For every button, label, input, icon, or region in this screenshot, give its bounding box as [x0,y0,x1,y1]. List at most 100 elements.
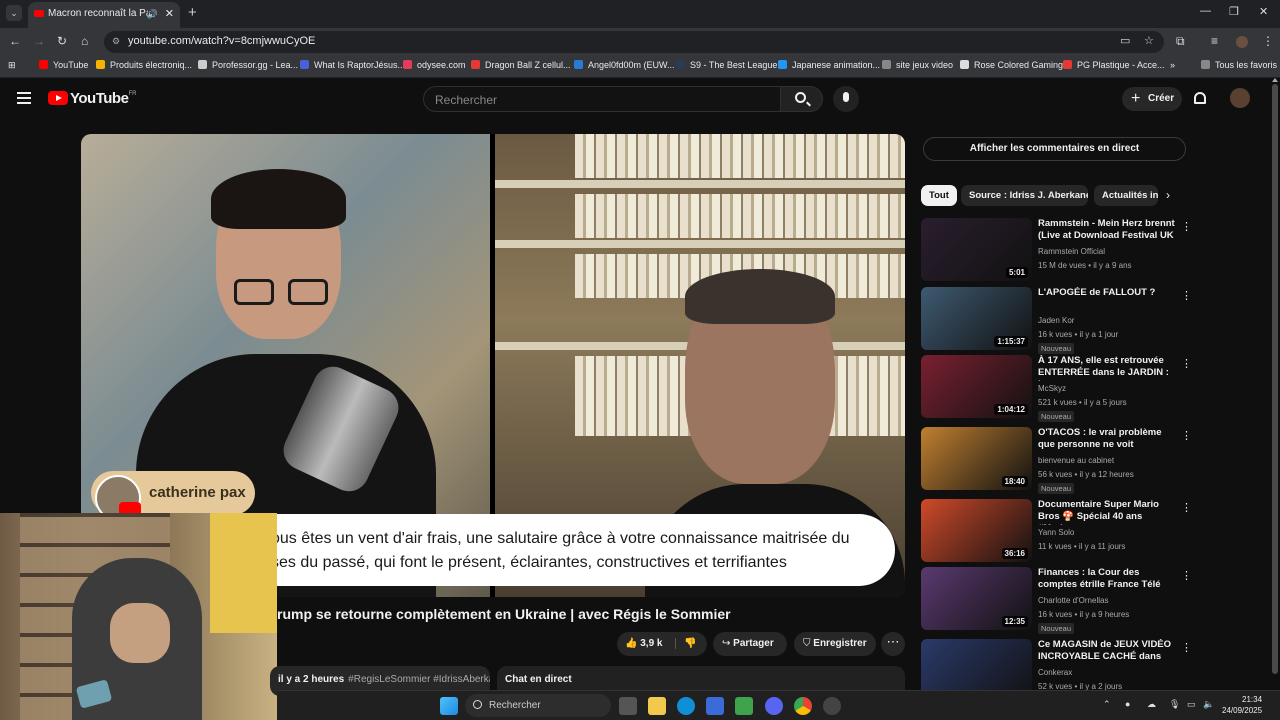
more-actions-button[interactable]: ⋯ [881,632,905,656]
browser-menu-icon[interactable]: ⋮ [1262,34,1274,48]
recommended-title[interactable]: L'APOGÉE de FALLOUT ? [1038,287,1175,299]
system-clock[interactable]: 21:34 24/09/2025 [1222,694,1262,716]
video-thumbnail[interactable]: 5:01 [921,218,1032,281]
edge-icon[interactable] [677,697,695,715]
bookmark-item[interactable]: odysee.com [403,60,466,70]
recommended-video[interactable]: 12:35 Finances : la Cour des comptes étri… [921,567,1192,634]
more-options-icon[interactable]: ⋮ [1181,501,1192,514]
video-thumbnail[interactable]: 18:40 [921,427,1032,490]
file-explorer-icon[interactable] [648,697,666,715]
create-button[interactable]: + Créer [1122,87,1182,111]
more-options-icon[interactable]: ⋮ [1181,289,1192,302]
home-icon[interactable]: ⌂ [81,34,88,48]
apps-grid-icon[interactable]: ⊞ [8,60,16,71]
address-bar[interactable]: ⚙ youtube.com/watch?v=8cmjwwuCyOE ▭ ☆ [104,31,1164,53]
taskbar-search[interactable]: Rechercher [465,694,611,717]
menu-icon[interactable] [17,92,31,104]
recommended-video[interactable]: 1:04:12 À 17 ANS, elle est retrouvée ENTE… [921,355,1192,422]
more-bookmarks-icon[interactable]: » [1170,60,1175,70]
volume-icon[interactable]: 🔈 [1203,699,1214,710]
active-tab[interactable]: Macron reconnaît la Palestine 🔊 ✕ [28,2,180,28]
bookmark-item[interactable]: YouTube [39,60,88,70]
recommended-video[interactable]: 18:40 O'TACOS : le vrai problème que pers… [921,427,1192,494]
chip-news[interactable]: Actualités in [1094,185,1158,206]
recommended-title[interactable]: À 17 ANS, elle est retrouvée ENTERRÉE da… [1038,355,1175,381]
bookmark-item[interactable]: Angel0fd00m (EUW... [574,60,675,70]
task-view-icon[interactable] [619,697,637,715]
recommended-video[interactable]: 36:16 Documentaire Super Mario Bros 🍄 Spé… [921,499,1192,563]
bookmark-item[interactable]: PG Plastique - Acce... [1063,60,1165,70]
youtube-logo[interactable]: YouTubeFR [48,91,136,107]
recommended-title[interactable]: Rammstein - Mein Herz brennt (Live at Do… [1038,218,1175,244]
dislike-button[interactable]: 👎 [675,638,697,649]
bookmark-item[interactable]: Rose Colored Gaming [960,60,1063,70]
minimize-icon[interactable]: — [1200,5,1211,17]
store-icon[interactable] [706,697,724,715]
bookmark-item[interactable]: Porofessor.gg - Lea... [198,60,298,70]
cloud-icon[interactable]: ☁ [1147,699,1156,710]
cast-icon[interactable]: ▭ [1120,34,1130,47]
speaker-icon[interactable]: 🔊 [147,2,158,26]
video-thumbnail[interactable]: 1:04:12 [921,355,1032,418]
mic-tray-icon[interactable]: 🎙 [1169,699,1180,710]
page-scrollbar[interactable] [1272,78,1278,674]
more-options-icon[interactable]: ⋮ [1181,641,1192,654]
show-live-chat-button[interactable]: Afficher les commentaires en direct [923,137,1186,161]
maximize-icon[interactable]: ❐ [1229,5,1239,18]
search-input[interactable]: Rechercher [423,86,781,112]
chip-source[interactable]: Source : Idriss J. Aberkane [961,185,1088,206]
bookmark-item[interactable]: Produits électroniq... [96,60,192,70]
bookmark-item[interactable]: Dragon Ball Z cellul... [471,60,571,70]
all-bookmarks-folder[interactable]: Tous les favoris [1201,60,1277,70]
search-button[interactable] [781,86,823,112]
voice-search-button[interactable] [833,86,859,112]
forward-icon[interactable]: → [33,34,45,48]
bookmark-folder[interactable]: site jeux video [882,60,953,70]
recommended-video[interactable]: 5:01 Rammstein - Mein Herz brennt (Live a… [921,218,1192,282]
back-icon[interactable]: ← [9,34,21,48]
tray-expand-icon[interactable]: ⌃ [1103,699,1111,710]
bookmark-item[interactable]: What Is RaptorJésus... [300,60,405,70]
channel-name[interactable]: Charlotte d'Ornellas [1038,596,1108,605]
channel-name[interactable]: bienvenue au cabinet [1038,456,1114,465]
bookmark-star-icon[interactable]: ☆ [1144,34,1154,47]
close-tab-icon[interactable]: ✕ [165,2,174,26]
reload-icon[interactable]: ↻ [57,34,67,48]
like-button[interactable]: 👍 3,9 k [625,638,662,649]
more-options-icon[interactable]: ⋮ [1181,220,1192,233]
account-avatar[interactable] [1230,88,1250,108]
tab-search-icon[interactable]: ⌄ [6,5,22,21]
more-options-icon[interactable]: ⋮ [1181,429,1192,442]
discord-icon[interactable] [765,697,783,715]
channel-name[interactable]: Jaden Kor [1038,316,1074,325]
more-options-icon[interactable]: ⋮ [1181,569,1192,582]
chip-all[interactable]: Tout [921,185,957,206]
recommended-title[interactable]: Documentaire Super Mario Bros 🍄 Spécial … [1038,499,1175,525]
minecraft-icon[interactable] [735,697,753,715]
channel-name[interactable]: Rammstein Official [1038,247,1105,256]
video-thumbnail[interactable]: 36:16 [921,499,1032,562]
tray-app-icon[interactable]: ● [1125,699,1130,709]
notifications-bell-icon[interactable] [1194,92,1206,104]
save-button[interactable]: ⛉ Enregistrer [794,632,876,656]
channel-name[interactable]: Conkerax [1038,668,1072,677]
recommended-title[interactable]: Ce MAGASIN de JEUX VIDÉO INCROYABLE CACH… [1038,639,1175,665]
new-tab-button[interactable]: + [188,4,197,21]
close-window-icon[interactable]: ✕ [1259,5,1268,18]
chevron-right-icon[interactable]: › [1166,188,1170,202]
media-controls-icon[interactable]: ≡ [1211,34,1218,48]
video-thumbnail[interactable]: 12:35 [921,567,1032,630]
app-icon[interactable] [823,697,841,715]
bookmark-item[interactable]: S9 - The Best League... [676,60,785,70]
windows-start-icon[interactable] [440,697,458,715]
chrome-icon[interactable] [794,697,812,715]
channel-name[interactable]: Yann Solo [1038,528,1074,537]
channel-name[interactable]: McSkyz [1038,384,1066,393]
recommended-title[interactable]: O'TACOS : le vrai problème que personne … [1038,427,1175,451]
share-button[interactable]: ↪ Partager [713,632,787,656]
network-icon[interactable]: ▭ [1187,699,1196,710]
profile-avatar[interactable] [1236,36,1248,48]
extensions-icon[interactable]: ⧉ [1176,34,1185,49]
bookmark-item[interactable]: Japanese animation... [778,60,880,70]
site-info-icon[interactable]: ⚙ [112,36,120,47]
